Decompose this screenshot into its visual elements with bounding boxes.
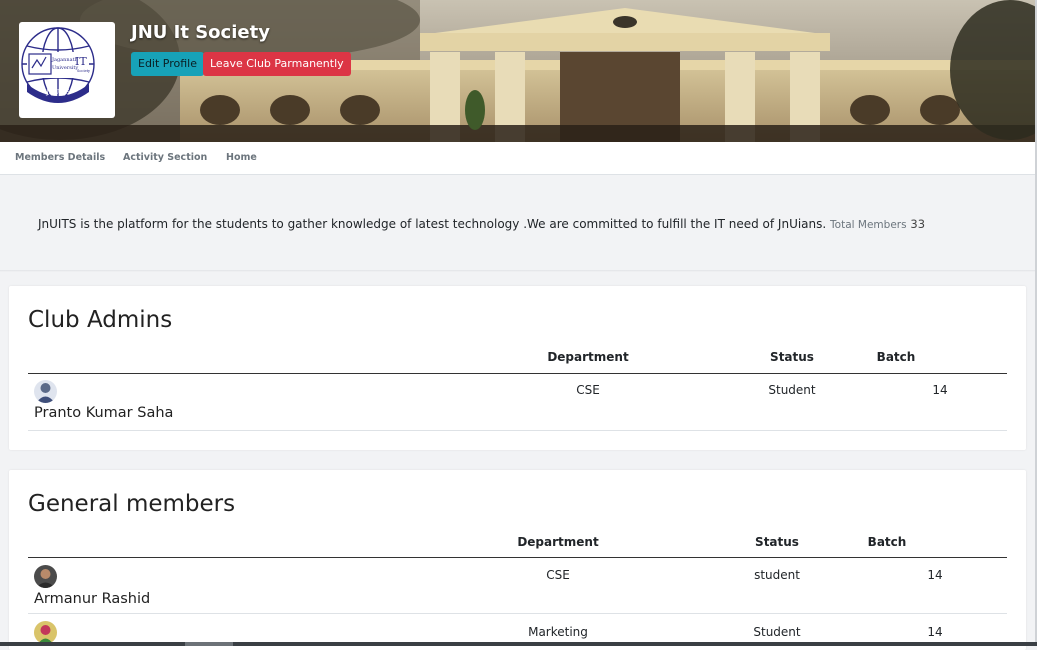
scrollbar-thumb[interactable]	[185, 642, 233, 646]
svg-text:JNUITS: JNUITS	[45, 89, 69, 96]
globe-logo-icon: Jagannath University IT Society JNUITS	[21, 27, 95, 103]
club-admins-card: Club Admins Department Status Batch Pran…	[9, 286, 1026, 450]
total-members-count: 33	[910, 217, 926, 231]
nav-activity-section[interactable]: Activity Section	[123, 152, 207, 163]
total-members-label: Total Members	[830, 219, 907, 231]
nav-home[interactable]: Home	[226, 152, 257, 163]
column-header-status: Status	[770, 350, 814, 364]
row-divider	[28, 613, 1007, 614]
description-divider	[0, 270, 1035, 272]
member-batch: 14	[927, 625, 943, 639]
avatar	[34, 621, 57, 644]
club-title: JNU It Society	[131, 22, 270, 43]
edit-profile-button[interactable]: Edit Profile	[131, 52, 205, 76]
horizontal-scrollbar[interactable]	[0, 642, 1037, 646]
nav-members-details[interactable]: Members Details	[15, 152, 105, 163]
table-header-divider	[28, 557, 1007, 558]
general-members-title: General members	[28, 491, 236, 517]
member-name: Armanur Rashid	[34, 591, 151, 607]
member-status: student	[754, 568, 800, 582]
club-logo: Jagannath University IT Society JNUITS	[19, 22, 115, 118]
avatar	[34, 380, 57, 403]
member-department: Marketing	[528, 625, 588, 639]
club-description: JnUITS is the platform for the students …	[38, 217, 925, 231]
avatar	[34, 565, 57, 588]
cover-banner: Jagannath University IT Society JNUITS J…	[0, 0, 1035, 142]
svg-text:Society: Society	[77, 69, 90, 73]
member-department: CSE	[546, 568, 570, 582]
general-members-card: General members Department Status Batch …	[9, 470, 1026, 650]
member-status: Student	[753, 625, 801, 639]
column-header-batch: Batch	[876, 350, 916, 364]
leave-club-button[interactable]: Leave Club Parmanently	[203, 52, 351, 76]
description-text: JnUITS is the platform for the students …	[38, 217, 827, 231]
member-department: CSE	[576, 383, 600, 397]
row-divider	[28, 430, 1007, 431]
member-name: Pranto Kumar Saha	[34, 405, 174, 421]
column-header-department: Department	[517, 535, 599, 549]
column-header-batch: Batch	[867, 535, 907, 549]
member-batch: 14	[932, 383, 948, 397]
column-header-status: Status	[755, 535, 799, 549]
svg-text:IT: IT	[75, 55, 87, 68]
club-nav: Members Details Activity Section Home	[0, 142, 1035, 175]
table-header-divider	[28, 373, 1007, 374]
member-status: Student	[768, 383, 816, 397]
club-admins-title: Club Admins	[28, 307, 173, 333]
member-batch: 14	[927, 568, 943, 582]
column-header-department: Department	[547, 350, 629, 364]
